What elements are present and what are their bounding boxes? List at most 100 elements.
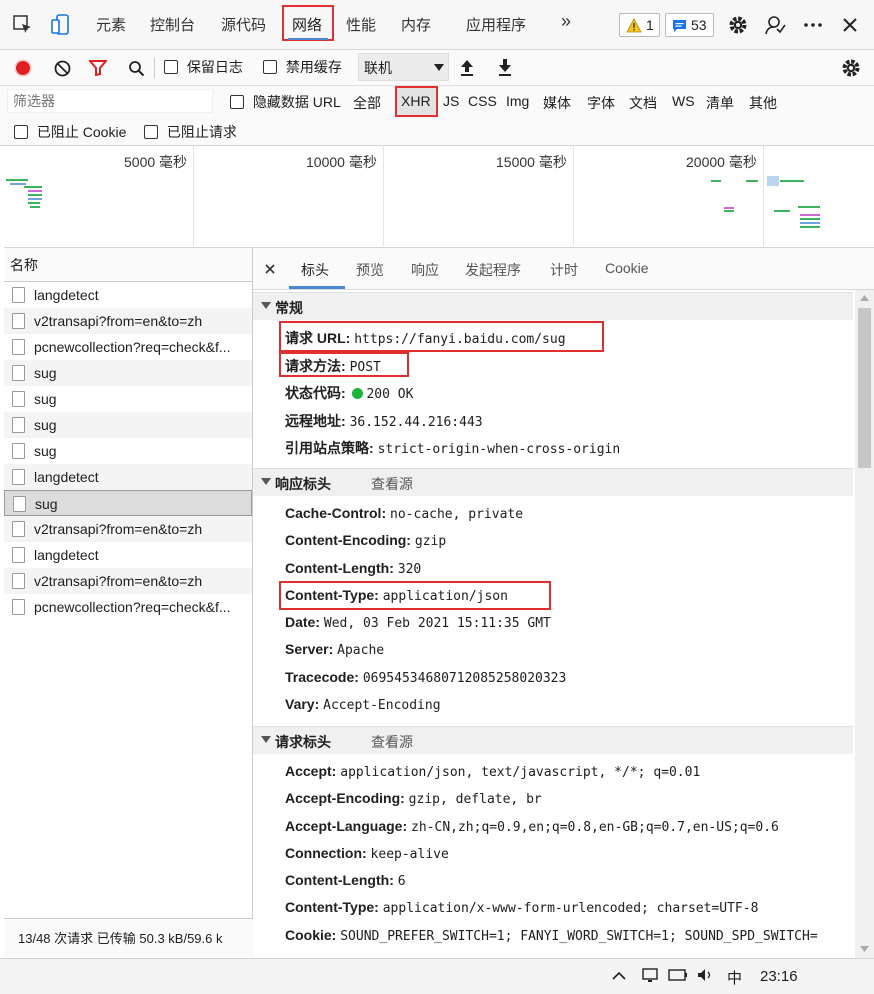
tab-response[interactable]: 响应 [411, 260, 439, 280]
close-devtools-icon[interactable] [840, 15, 860, 35]
request-row[interactable]: v2transapi?from=en&to=zh [4, 308, 252, 334]
header-key: Accept: [285, 763, 337, 779]
battery-icon[interactable] [668, 969, 688, 981]
record-button-icon[interactable] [13, 58, 33, 78]
more-options-icon[interactable] [801, 14, 825, 36]
blocked-cookies-checkbox[interactable]: 已阻止 Cookie [14, 122, 126, 142]
preserve-log-box[interactable] [164, 60, 178, 74]
scrollbar-thumb[interactable] [858, 308, 871, 468]
preserve-log-checkbox[interactable]: 保留日志 [164, 57, 243, 77]
close-details-icon[interactable] [263, 262, 277, 276]
volume-icon[interactable] [696, 967, 714, 983]
file-icon [12, 365, 25, 381]
type-filter-all[interactable]: 全部 [353, 93, 381, 113]
network-settings-gear-icon[interactable] [840, 57, 862, 79]
search-icon[interactable] [126, 58, 146, 78]
tab-network[interactable]: 网络 [292, 14, 322, 35]
request-name: pcnewcollection?req=check&f... [34, 599, 231, 615]
disable-cache-label: 禁用缓存 [285, 59, 342, 75]
hide-data-url-box[interactable] [230, 95, 244, 109]
tab-elements[interactable]: 元素 [96, 14, 126, 35]
clear-icon[interactable] [52, 58, 72, 78]
request-row[interactable]: sug [4, 412, 252, 438]
timeline-label: 20000 毫秒 [686, 154, 757, 170]
request-list: 名称 langdetect v2transapi?from=en&to=zh p… [4, 248, 253, 958]
type-filter-font[interactable]: 字体 [587, 93, 615, 113]
blocked-cookies-box[interactable] [14, 125, 28, 139]
request-row[interactable]: langdetect [4, 282, 252, 308]
header-value: 320 [397, 562, 422, 577]
tab-sources[interactable]: 源代码 [221, 14, 266, 35]
tab-memory[interactable]: 内存 [401, 14, 431, 35]
response-header-row: Tracecode: 06954534680712085258020323 [285, 669, 566, 686]
export-har-icon[interactable] [495, 56, 515, 78]
request-row[interactable]: pcnewcollection?req=check&f... [4, 334, 252, 360]
tab-initiator[interactable]: 发起程序 [465, 260, 521, 280]
name-column-header[interactable]: 名称 [4, 248, 252, 282]
request-name: pcnewcollection?req=check&f... [34, 339, 231, 355]
scroll-down-arrow-icon[interactable] [860, 946, 869, 952]
type-filter-js[interactable]: JS [443, 93, 459, 109]
taskbar-clock[interactable]: 23:16 [760, 968, 798, 985]
hide-data-url-checkbox[interactable]: 隐藏数据 URL [230, 92, 341, 112]
type-filter-ws[interactable]: WS [672, 93, 695, 109]
type-filter-doc[interactable]: 文档 [629, 93, 657, 113]
request-row[interactable]: pcnewcollection?req=check&f... [4, 594, 252, 620]
request-url-row: 请求 URL: https://fanyi.baidu.com/sug [285, 328, 566, 348]
scroll-up-arrow-icon[interactable] [860, 295, 869, 301]
message-icon [673, 20, 686, 32]
disable-cache-box[interactable] [263, 60, 277, 74]
type-filter-other[interactable]: 其他 [749, 93, 777, 113]
type-filter-xhr[interactable]: XHR [401, 93, 431, 109]
chevron-up-icon[interactable] [612, 971, 626, 980]
filter-icon[interactable] [88, 58, 108, 78]
tab-application[interactable]: 应用程序 [466, 14, 526, 35]
response-headers-section-header[interactable]: 响应标头 查看源 [253, 468, 853, 496]
messages-badge[interactable]: 53 [665, 13, 714, 37]
request-headers-section-header[interactable]: 请求标头 查看源 [253, 726, 853, 754]
tab-console[interactable]: 控制台 [150, 14, 195, 35]
disable-cache-checkbox[interactable]: 禁用缓存 [263, 57, 342, 77]
request-row[interactable]: v2transapi?from=en&to=zh [4, 568, 252, 594]
request-row[interactable]: v2transapi?from=en&to=zh [4, 516, 252, 542]
more-tabs-button[interactable]: » [561, 11, 571, 32]
request-row[interactable]: sug [4, 386, 252, 412]
feedback-icon[interactable] [763, 13, 787, 37]
general-section-header[interactable]: 常规 [253, 292, 853, 320]
settings-gear-icon[interactable] [727, 14, 749, 36]
ime-indicator[interactable]: 中 [727, 967, 742, 988]
tab-preview[interactable]: 预览 [356, 260, 384, 280]
network-overview-timeline[interactable]: 5000 毫秒 10000 毫秒 15000 毫秒 20000 毫秒 [4, 146, 874, 248]
request-row[interactable]: langdetect [4, 542, 252, 568]
timeline-gridline [383, 146, 384, 246]
tab-cookies[interactable]: Cookie [605, 260, 649, 276]
type-filter-media[interactable]: 媒体 [543, 93, 571, 113]
response-view-source-link[interactable]: 查看源 [371, 474, 413, 494]
throttling-select[interactable]: 联机 [358, 53, 449, 81]
tab-headers[interactable]: 标头 [301, 260, 329, 280]
timeline-bar [780, 180, 804, 182]
type-filter-css[interactable]: CSS [468, 93, 497, 109]
details-scrollbar[interactable] [855, 290, 874, 958]
timeline-bar [800, 226, 820, 228]
header-value: no-cache, private [390, 507, 524, 522]
timeline-bar [10, 183, 26, 185]
request-row-selected[interactable]: sug [4, 490, 252, 516]
blocked-requests-checkbox[interactable]: 已阻止请求 [144, 122, 237, 142]
warnings-badge[interactable]: 1 [619, 13, 660, 37]
blocked-requests-box[interactable] [144, 125, 158, 139]
network-icon[interactable] [642, 967, 660, 983]
request-row[interactable]: sug [4, 360, 252, 386]
request-row[interactable]: sug [4, 438, 252, 464]
request-row[interactable]: langdetect [4, 464, 252, 490]
tab-timing[interactable]: 计时 [550, 260, 578, 280]
filter-input[interactable] [7, 89, 213, 113]
type-filter-manifest[interactable]: 清单 [706, 93, 734, 113]
tab-performance[interactable]: 性能 [346, 14, 376, 35]
import-har-icon[interactable] [457, 56, 477, 78]
request-rows: langdetect v2transapi?from=en&to=zh pcne… [4, 282, 252, 620]
request-view-source-link[interactable]: 查看源 [371, 732, 413, 752]
type-filter-img[interactable]: Img [506, 93, 529, 109]
device-emulation-icon[interactable] [50, 13, 72, 37]
inspect-element-icon[interactable] [12, 14, 34, 36]
